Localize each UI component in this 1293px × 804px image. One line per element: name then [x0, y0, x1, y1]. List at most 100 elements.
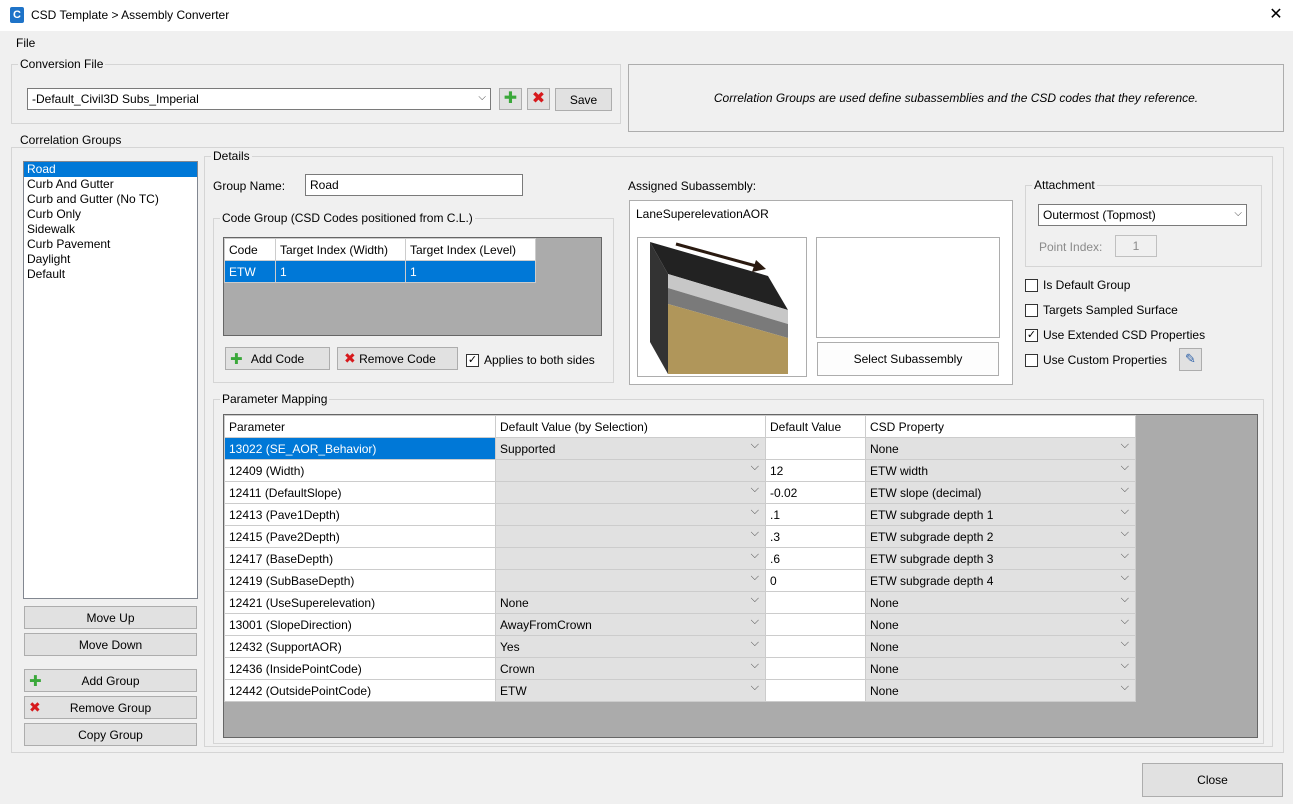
- list-item[interactable]: Sidewalk: [24, 222, 197, 237]
- default-value-input[interactable]: .1: [765, 503, 866, 526]
- default-value-input[interactable]: [765, 635, 866, 658]
- parameter-cell[interactable]: 12432 (SupportAOR): [224, 635, 496, 658]
- default-by-selection-select[interactable]: Supported: [495, 437, 766, 460]
- list-item[interactable]: Daylight: [24, 252, 197, 267]
- default-by-selection-select[interactable]: [495, 459, 766, 482]
- table-row[interactable]: 12432 (SupportAOR)Yes None: [224, 635, 1136, 658]
- csd-property-select[interactable]: None: [865, 679, 1136, 702]
- csd-property-select[interactable]: None: [865, 613, 1136, 636]
- code-col-header[interactable]: Target Index (Level): [405, 238, 536, 261]
- table-row[interactable]: 13022 (SE_AOR_Behavior)Supported None: [224, 437, 1136, 460]
- default-by-selection-select[interactable]: ETW: [495, 679, 766, 702]
- default-value-input[interactable]: 0: [765, 569, 866, 592]
- close-window-icon[interactable]: ✕: [1262, 2, 1290, 28]
- default-value-input[interactable]: -0.02: [765, 481, 866, 504]
- param-col-header[interactable]: Parameter: [224, 415, 496, 438]
- code-col-header[interactable]: Code: [224, 238, 276, 261]
- code-cell[interactable]: 1: [405, 260, 536, 283]
- csd-property-select[interactable]: None: [865, 591, 1136, 614]
- list-item[interactable]: Default: [24, 267, 197, 282]
- parameter-cell[interactable]: 12415 (Pave2Depth): [224, 525, 496, 548]
- list-item[interactable]: Curb Pavement: [24, 237, 197, 252]
- close-button[interactable]: Close: [1142, 763, 1283, 797]
- parameter-cell[interactable]: 12419 (SubBaseDepth): [224, 569, 496, 592]
- default-by-selection-select[interactable]: [495, 525, 766, 548]
- table-row[interactable]: 12419 (SubBaseDepth) 0ETW subgrade depth …: [224, 569, 1136, 592]
- parameter-cell[interactable]: 12442 (OutsidePointCode): [224, 679, 496, 702]
- table-row[interactable]: 12417 (BaseDepth) .6ETW subgrade depth 3: [224, 547, 1136, 570]
- add-group-button[interactable]: ✚ Add Group: [24, 669, 197, 692]
- list-item[interactable]: Road: [24, 162, 197, 177]
- default-value-input[interactable]: [765, 679, 866, 702]
- parameter-cell[interactable]: 12421 (UseSuperelevation): [224, 591, 496, 614]
- csd-property-select[interactable]: None: [865, 657, 1136, 680]
- group-name-input[interactable]: Road: [305, 174, 523, 196]
- table-row[interactable]: 12442 (OutsidePointCode)ETW None: [224, 679, 1136, 702]
- list-item[interactable]: Curb and Gutter (No TC): [24, 192, 197, 207]
- default-by-selection-select[interactable]: Yes: [495, 635, 766, 658]
- param-col-header[interactable]: Default Value: [765, 415, 866, 438]
- code-cell[interactable]: 1: [275, 260, 406, 283]
- move-up-button[interactable]: Move Up: [24, 606, 197, 629]
- default-by-selection-select[interactable]: None: [495, 591, 766, 614]
- list-item[interactable]: Curb Only: [24, 207, 197, 222]
- is-default-group-checkbox[interactable]: Is Default Group: [1025, 278, 1130, 292]
- select-subassembly-button[interactable]: Select Subassembly: [817, 342, 999, 376]
- targets-sampled-checkbox[interactable]: Targets Sampled Surface: [1025, 303, 1178, 317]
- table-row[interactable]: 12415 (Pave2Depth) .3ETW subgrade depth 2: [224, 525, 1136, 548]
- csd-property-select[interactable]: None: [865, 437, 1136, 460]
- param-col-header[interactable]: Default Value (by Selection): [495, 415, 766, 438]
- param-col-header[interactable]: CSD Property: [865, 415, 1136, 438]
- default-value-input[interactable]: [765, 437, 866, 460]
- parameter-cell[interactable]: 12409 (Width): [224, 459, 496, 482]
- correlation-groups-list[interactable]: Road Curb And Gutter Curb and Gutter (No…: [23, 161, 198, 599]
- parameter-cell[interactable]: 13022 (SE_AOR_Behavior): [224, 437, 496, 460]
- code-cell[interactable]: ETW: [224, 260, 276, 283]
- parameter-cell[interactable]: 12411 (DefaultSlope): [224, 481, 496, 504]
- conversion-file-select[interactable]: -Default_Civil3D Subs_Imperial ⌵: [27, 88, 491, 110]
- parameter-cell[interactable]: 13001 (SlopeDirection): [224, 613, 496, 636]
- parameter-cell[interactable]: 12413 (Pave1Depth): [224, 503, 496, 526]
- csd-property-select[interactable]: ETW subgrade depth 4: [865, 569, 1136, 592]
- table-row[interactable]: 13001 (SlopeDirection)AwayFromCrown None: [224, 613, 1136, 636]
- csd-property-select[interactable]: ETW subgrade depth 3: [865, 547, 1136, 570]
- copy-group-button[interactable]: Copy Group: [24, 723, 197, 746]
- use-extended-checkbox[interactable]: ✓ Use Extended CSD Properties: [1025, 328, 1205, 342]
- default-value-input[interactable]: [765, 657, 866, 680]
- csd-property-select[interactable]: ETW subgrade depth 1: [865, 503, 1136, 526]
- menu-file[interactable]: File: [16, 36, 35, 50]
- table-row[interactable]: 12409 (Width) 12ETW width: [224, 459, 1136, 482]
- default-value-input[interactable]: 12: [765, 459, 866, 482]
- default-value-input[interactable]: [765, 613, 866, 636]
- move-down-button[interactable]: Move Down: [24, 633, 197, 656]
- default-by-selection-select[interactable]: [495, 547, 766, 570]
- parameter-cell[interactable]: 12436 (InsidePointCode): [224, 657, 496, 680]
- parameter-cell[interactable]: 12417 (BaseDepth): [224, 547, 496, 570]
- table-row[interactable]: 12411 (DefaultSlope) -0.02ETW slope (deci…: [224, 481, 1136, 504]
- edit-custom-button[interactable]: ✎: [1179, 348, 1202, 371]
- remove-group-button[interactable]: ✖ Remove Group: [24, 696, 197, 719]
- list-item[interactable]: Curb And Gutter: [24, 177, 197, 192]
- add-file-button[interactable]: ✚: [499, 88, 522, 110]
- csd-property-select[interactable]: ETW slope (decimal): [865, 481, 1136, 504]
- remove-file-button[interactable]: ✖: [527, 88, 550, 110]
- point-index-input[interactable]: 1: [1115, 235, 1157, 257]
- default-by-selection-select[interactable]: [495, 503, 766, 526]
- save-button[interactable]: Save: [555, 88, 612, 111]
- default-value-input[interactable]: [765, 591, 866, 614]
- default-by-selection-select[interactable]: [495, 481, 766, 504]
- applies-both-sides-checkbox[interactable]: ✓ Applies to both sides: [466, 353, 595, 367]
- code-col-header[interactable]: Target Index (Width): [275, 238, 406, 261]
- default-by-selection-select[interactable]: AwayFromCrown: [495, 613, 766, 636]
- table-row[interactable]: ETW 1 1: [224, 260, 536, 283]
- csd-property-select[interactable]: None: [865, 635, 1136, 658]
- add-code-button[interactable]: ✚ Add Code: [225, 347, 330, 370]
- default-by-selection-select[interactable]: [495, 569, 766, 592]
- csd-property-select[interactable]: ETW subgrade depth 2: [865, 525, 1136, 548]
- default-by-selection-select[interactable]: Crown: [495, 657, 766, 680]
- remove-code-button[interactable]: ✖ Remove Code: [337, 347, 458, 370]
- default-value-input[interactable]: .3: [765, 525, 866, 548]
- attachment-select[interactable]: Outermost (Topmost) ⌵: [1038, 204, 1247, 226]
- table-row[interactable]: 12436 (InsidePointCode)Crown None: [224, 657, 1136, 680]
- table-row[interactable]: 12421 (UseSuperelevation)NoneNone: [224, 591, 1136, 614]
